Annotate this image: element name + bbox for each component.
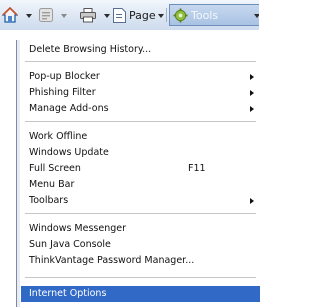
menu-item-label: Pop-up Blocker [29, 71, 100, 82]
printer-icon [80, 8, 96, 23]
submenu-arrow-icon [250, 90, 254, 96]
menu-item-label: ThinkVantage Password Manager... [29, 255, 195, 266]
page-dropdown-arrow [158, 14, 164, 18]
menu-item-manage-addons[interactable]: Manage Add-ons [21, 101, 256, 117]
command-bar: Page Tools [0, 0, 259, 30]
tools-dropdown-arrow [254, 14, 259, 18]
menu-item-label: Full Screen [29, 163, 81, 174]
menu-item-label: Phishing Filter [29, 87, 96, 98]
home-dropdown-arrow[interactable] [26, 14, 32, 18]
menu-gutter [17, 40, 20, 307]
menu-item-label: Menu Bar [29, 179, 75, 190]
menu-item-full-screen[interactable]: Full Screen F11 [21, 161, 256, 177]
menu-separator [25, 213, 256, 214]
menu-item-label: Delete Browsing History... [29, 44, 152, 55]
menu-item-popup-blocker[interactable]: Pop-up Blocker [21, 69, 256, 85]
menu-separator [25, 277, 256, 278]
menu-item-menu-bar[interactable]: Menu Bar [21, 177, 256, 193]
print-button[interactable] [78, 6, 98, 24]
menu-item-label: Sun Java Console [29, 239, 111, 250]
menu-item-windows-messenger[interactable]: Windows Messenger [21, 221, 256, 237]
tools-label: Tools [191, 9, 219, 22]
gear-icon [173, 8, 188, 23]
home-button[interactable] [0, 5, 22, 25]
menu-item-shortcut: F11 [188, 163, 206, 174]
toolbar-separator [166, 8, 167, 22]
menu-separator [25, 121, 256, 122]
tools-button[interactable]: Tools [169, 4, 259, 26]
menu-item-windows-update[interactable]: Windows Update [21, 145, 256, 161]
menu-item-work-offline[interactable]: Work Offline [21, 129, 256, 145]
page-button[interactable]: Page [112, 5, 164, 25]
home-icon [2, 7, 18, 23]
feeds-dropdown-arrow[interactable] [61, 14, 67, 18]
print-dropdown-arrow[interactable] [104, 14, 110, 18]
menu-item-label: Internet Options [29, 288, 107, 299]
page-icon [113, 8, 126, 23]
menu-item-label: Manage Add-ons [29, 103, 109, 114]
menu-item-password-manager[interactable]: ThinkVantage Password Manager... [21, 253, 256, 269]
page-label: Page [129, 9, 156, 22]
submenu-arrow-icon [250, 106, 254, 112]
menu-item-delete-browsing-history[interactable]: Delete Browsing History... [21, 42, 256, 58]
menu-item-label: Toolbars [29, 195, 69, 206]
menu-item-label: Work Offline [29, 131, 88, 142]
menu-item-sun-java-console[interactable]: Sun Java Console [21, 237, 256, 253]
feeds-icon [39, 8, 53, 22]
menu-item-internet-options[interactable]: Internet Options [21, 286, 260, 302]
menu-item-label: Windows Messenger [29, 223, 127, 234]
submenu-arrow-icon [250, 198, 254, 204]
menu-item-label: Windows Update [29, 147, 109, 158]
menu-item-phishing-filter[interactable]: Phishing Filter [21, 85, 256, 101]
feeds-button[interactable] [37, 6, 55, 24]
submenu-arrow-icon [250, 74, 254, 80]
menu-item-toolbars[interactable]: Toolbars [21, 193, 256, 209]
tools-menu: Delete Browsing History... Pop-up Blocke… [16, 40, 260, 307]
menu-separator [25, 61, 256, 62]
